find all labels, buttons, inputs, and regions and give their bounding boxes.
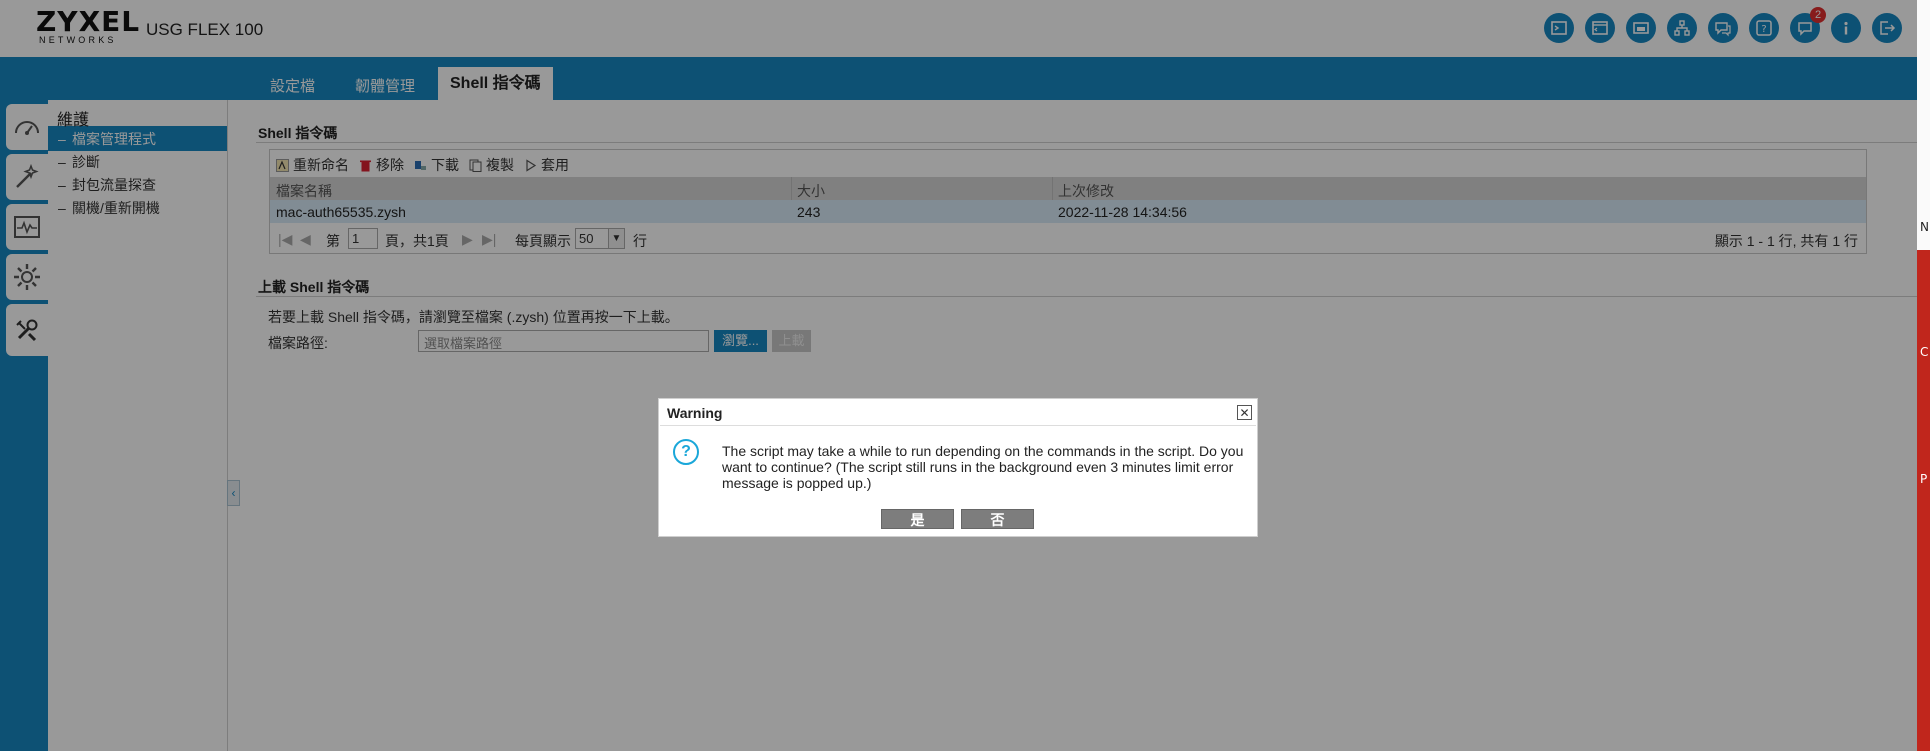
dialog-divider — [660, 425, 1256, 426]
dialog-message: The script may take a while to run depen… — [722, 443, 1244, 491]
background-window-edge: N C P — [1917, 0, 1930, 751]
yes-button[interactable]: 是 — [881, 509, 954, 529]
dialog-title: Warning — [667, 405, 723, 421]
edge-char: C — [1920, 345, 1929, 359]
question-icon: ? — [673, 439, 699, 465]
close-icon[interactable]: ✕ — [1237, 405, 1252, 420]
edge-char: P — [1920, 472, 1928, 486]
background-image-strip — [1917, 250, 1930, 751]
warning-dialog: Warning ✕ ? The script may take a while … — [658, 398, 1258, 537]
modal-overlay — [0, 0, 1917, 751]
edge-char: N — [1920, 220, 1929, 234]
app-window: ZYXEL NETWORKS USG FLEX 100 ? 2 設定檔 韌體管理… — [0, 0, 1917, 751]
no-button[interactable]: 否 — [961, 509, 1034, 529]
